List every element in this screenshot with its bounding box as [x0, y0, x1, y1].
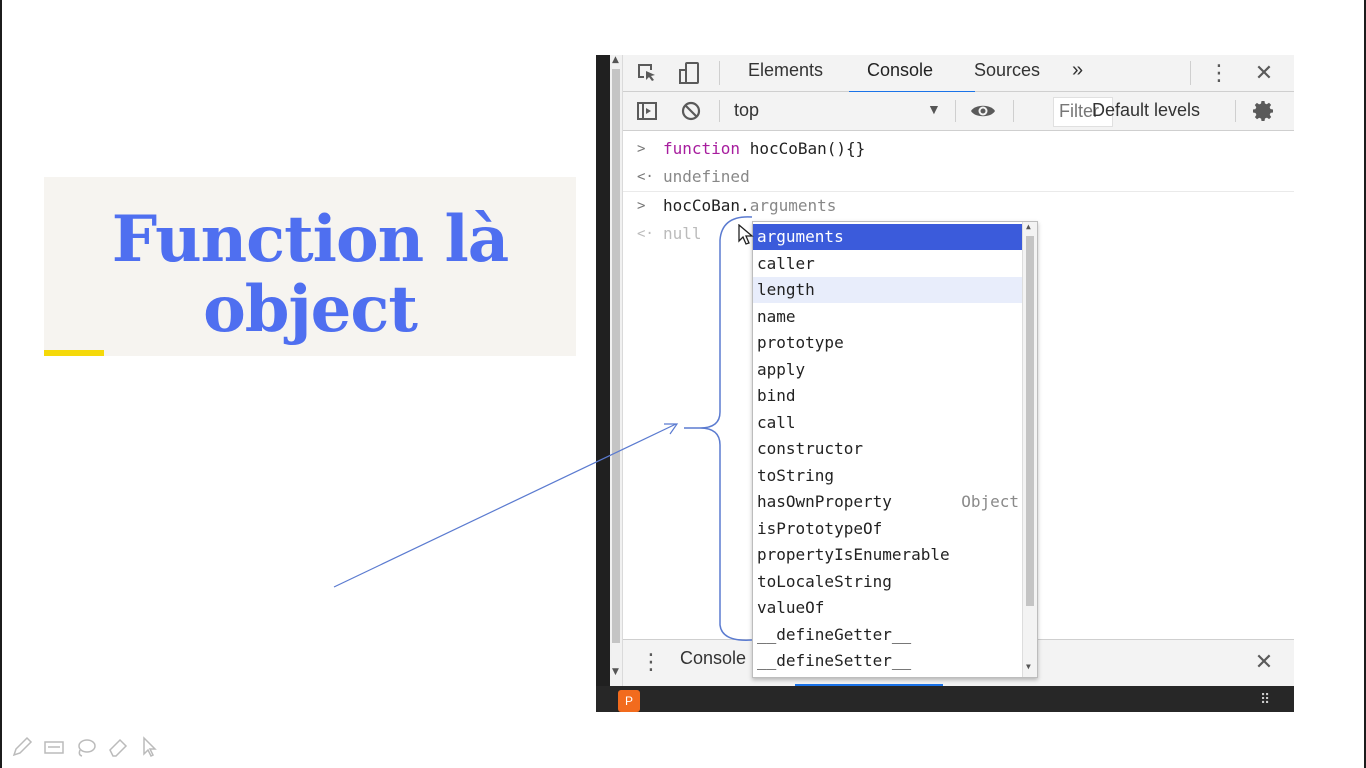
taskbar: P ⠿ — [596, 686, 1294, 712]
autocomplete-item[interactable]: valueOf — [753, 595, 1025, 621]
toolbar-divider — [719, 100, 720, 122]
autocomplete-item[interactable]: name — [753, 304, 1025, 330]
log-levels-select[interactable]: Default levels — [1092, 100, 1200, 121]
context-select[interactable]: top — [734, 100, 759, 121]
typed-text: hocCoBan. — [663, 196, 750, 215]
scroll-down-icon[interactable]: ▼ — [1026, 662, 1031, 671]
autocomplete-item[interactable]: __defineSetter__ — [753, 648, 1025, 674]
autocomplete-item-label: bind — [757, 386, 796, 405]
autocomplete-item-label: toString — [757, 465, 835, 485]
autocomplete-item[interactable]: constructor — [753, 436, 1025, 462]
autocomplete-item[interactable]: toString — [753, 463, 1025, 489]
eraser-icon[interactable] — [106, 735, 130, 759]
autocomplete-item-label: apply — [757, 359, 806, 379]
autocomplete-item-label: constructor — [757, 439, 863, 458]
scrollbar-thumb[interactable] — [1026, 236, 1034, 606]
pen-icon[interactable] — [10, 735, 34, 759]
title-accent-bar — [44, 350, 104, 356]
scrollbar-thumb[interactable] — [612, 69, 620, 643]
autocomplete-item[interactable]: isPrototypeOf — [753, 516, 1025, 542]
autocomplete-item-label: __defineGetter__ — [757, 624, 912, 644]
autocomplete-item-label: length — [757, 280, 815, 299]
autocomplete-item[interactable]: bind — [753, 383, 1025, 409]
apps-grid-icon[interactable]: ⠿ — [1260, 692, 1270, 708]
autocomplete-item-label: propertyIsEnumerable — [757, 545, 950, 564]
input-prompt-icon: > — [637, 198, 646, 214]
code-keyword: function — [663, 139, 741, 158]
highlighter-icon[interactable] — [42, 735, 66, 759]
toolbar-divider — [1013, 100, 1014, 122]
scroll-down-icon[interactable]: ▼ — [612, 667, 619, 677]
app-launcher-icon[interactable]: P — [618, 690, 640, 712]
slide-title-line1: Function là — [111, 202, 510, 277]
console-settings-gear-icon[interactable] — [1250, 97, 1278, 125]
drawer-tab-console[interactable]: Console — [680, 648, 746, 669]
scroll-up-icon[interactable]: ▲ — [1026, 222, 1031, 231]
console-toolbar: top ▼ Filter Default levels — [623, 92, 1294, 131]
mouse-cursor-icon — [738, 224, 754, 245]
tab-sources[interactable]: Sources — [974, 55, 1040, 91]
autocomplete-item[interactable]: toLocaleString — [753, 569, 1025, 595]
inspect-element-icon[interactable] — [633, 59, 661, 87]
autocomplete-item-label: prototype — [757, 333, 844, 352]
eager-prompt-icon: <· — [637, 226, 654, 242]
autocomplete-item-label: valueOf — [757, 598, 825, 617]
autocomplete-item[interactable]: caller — [753, 251, 1025, 277]
devtools-tabbar: Elements Console Sources » ⋮ ✕ — [623, 55, 1294, 94]
more-tabs-button[interactable]: » — [1072, 55, 1083, 91]
scroll-up-icon[interactable]: ▲ — [612, 55, 619, 65]
autocomplete-item[interactable]: __defineGetter__ — [753, 622, 1025, 648]
live-expression-eye-icon[interactable] — [969, 97, 997, 125]
result-prompt-icon: <· — [637, 169, 654, 185]
code-text: hocCoBan(){} — [740, 139, 866, 158]
tab-elements[interactable]: Elements — [748, 55, 823, 91]
autocomplete-item[interactable]: length — [753, 277, 1025, 303]
autocomplete-item-label: name — [757, 306, 796, 326]
result-text: undefined — [663, 167, 750, 186]
autocomplete-item-type: Object — [961, 492, 1019, 511]
autocomplete-item[interactable]: call — [753, 410, 1025, 436]
close-drawer-icon[interactable]: ✕ — [1250, 648, 1278, 676]
tab-console[interactable]: Console — [849, 55, 975, 94]
slide-title-line2: object — [203, 272, 418, 347]
lasso-icon[interactable] — [74, 735, 98, 759]
autocomplete-item[interactable]: arguments — [753, 224, 1025, 250]
page-edge — [596, 55, 610, 686]
autocomplete-scrollbar[interactable]: ▲ ▼ — [1022, 222, 1037, 677]
autocomplete-item-label: __defineSetter__ — [757, 651, 912, 670]
drawer-menu-icon[interactable]: ⋮ — [637, 648, 665, 676]
autocomplete-item[interactable]: prototype — [753, 330, 1025, 356]
pen-toolbar — [10, 734, 162, 760]
eager-result-text: null — [663, 224, 702, 243]
autocomplete-ghost-text: arguments — [749, 196, 837, 215]
autocomplete-item[interactable]: propertyIsEnumerable — [753, 542, 1025, 568]
autocomplete-item-label: hasOwnProperty — [757, 492, 892, 511]
tab-divider — [719, 61, 720, 85]
autocomplete-item-label: call — [757, 412, 796, 432]
pointer-icon[interactable] — [138, 735, 162, 759]
toolbar-divider — [1235, 100, 1236, 122]
slide-title: Function là object — [44, 205, 576, 345]
autocomplete-item-label: arguments — [757, 227, 844, 246]
clear-console-icon[interactable] — [677, 97, 705, 125]
autocomplete-popup: arguments caller length name prototype apply b… — [752, 221, 1038, 678]
autocomplete-item-label: isPrototypeOf — [757, 518, 883, 538]
page-scrollbar[interactable]: ▲ ▼ — [610, 55, 623, 686]
screen-border-left — [0, 0, 2, 768]
tab-divider — [1190, 61, 1191, 85]
close-devtools-icon[interactable]: ✕ — [1250, 59, 1278, 87]
device-toolbar-icon[interactable] — [675, 59, 703, 87]
context-dropdown-icon[interactable]: ▼ — [927, 101, 941, 117]
kebab-menu-icon[interactable]: ⋮ — [1205, 59, 1233, 87]
show-sidebar-icon[interactable] — [633, 97, 661, 125]
autocomplete-item[interactable]: hasOwnProperty Object — [753, 489, 1025, 515]
toolbar-divider — [955, 100, 956, 122]
autocomplete-item-label: toLocaleString — [757, 571, 892, 591]
input-prompt-icon: > — [637, 141, 646, 157]
autocomplete-item-label: caller — [757, 253, 815, 273]
autocomplete-item[interactable]: apply — [753, 357, 1025, 383]
